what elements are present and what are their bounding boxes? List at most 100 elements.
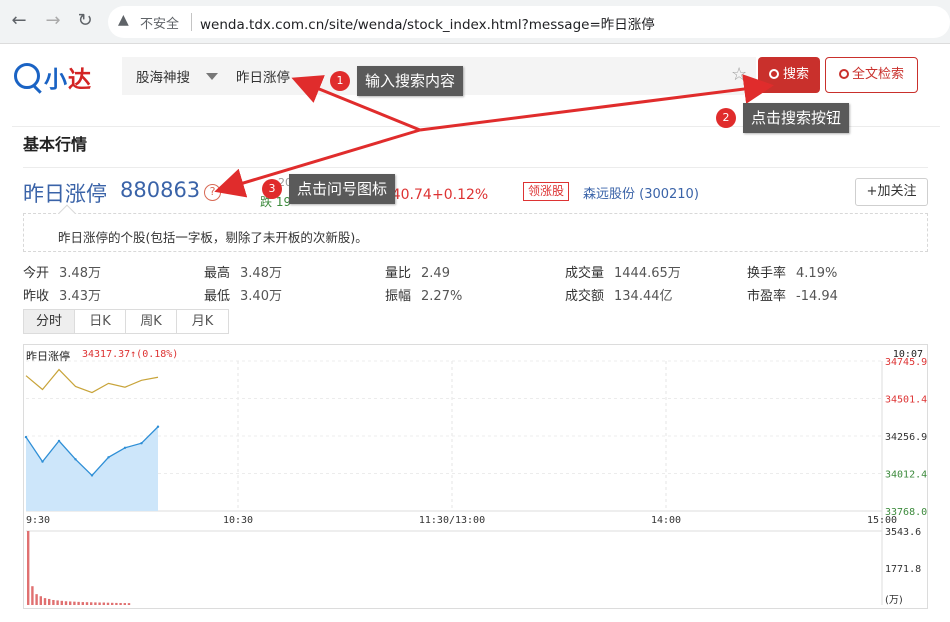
stat-value: 2.49 — [421, 266, 450, 281]
stat-label: 成交量 — [565, 266, 605, 281]
address-divider — [191, 13, 192, 31]
stat-label: 最低 — [204, 289, 231, 304]
volume-unit-label: (万) — [885, 595, 903, 606]
volume-tick-label: 1771.8 — [885, 564, 921, 575]
search-button-label: 搜索 — [782, 67, 809, 82]
search-icon — [838, 69, 849, 79]
volume-bar — [31, 586, 34, 605]
site-logo[interactable]: 小达 — [44, 60, 92, 94]
address-bar[interactable]: ▲ 不安全 wenda.tdx.com.cn/site/wenda/stock_… — [108, 6, 950, 38]
price-area — [26, 426, 158, 511]
annotation-badge-2: 2 — [716, 108, 736, 128]
price-point — [123, 446, 127, 450]
tab-intraday[interactable]: 分时 — [24, 310, 75, 333]
stat-value: 134.44亿 — [614, 289, 673, 304]
leading-stock-badge: 领涨股 — [523, 182, 570, 201]
follow-button[interactable]: +加关注 — [855, 178, 928, 206]
logo-accent-text: 达 — [68, 67, 92, 93]
volume-bar — [106, 602, 110, 605]
stat-label: 换手率 — [747, 266, 787, 281]
leading-stock-link[interactable]: 森远股份 (300210) — [583, 183, 699, 202]
price-change-percent: +0.12% — [432, 187, 489, 203]
stat-amount: 成交额 134.44亿 — [565, 285, 673, 304]
stat-label: 最高 — [204, 266, 231, 281]
price-point — [107, 456, 110, 459]
price-point — [24, 435, 28, 439]
stat-open: 今开 3.48万 — [23, 262, 101, 281]
stat-label: 振幅 — [385, 289, 412, 304]
volume-bar — [127, 603, 131, 605]
logo-main-text: 小 — [44, 67, 68, 93]
price-tick-label: 34745.9 — [885, 357, 927, 368]
url-text[interactable]: wenda.tdx.com.cn/site/wenda/stock_index.… — [200, 13, 655, 33]
stat-volume-ratio: 量比 2.49 — [385, 262, 450, 281]
volume-bar — [77, 601, 80, 605]
volume-bar — [102, 602, 105, 605]
chart-tabs: 分时 日K 周K 月K — [23, 309, 229, 334]
annotation-badge-3: 3 — [262, 179, 282, 199]
stat-label: 成交额 — [565, 289, 605, 304]
logo-icon[interactable] — [14, 63, 40, 89]
caret-down-icon[interactable] — [206, 73, 218, 80]
search-scope-select[interactable]: 股海神搜 — [136, 66, 190, 86]
fulltext-button-label: 全文检索 — [851, 67, 904, 82]
tab-monthly-k[interactable]: 月K — [177, 310, 228, 333]
price-tick-label: 34012.4 — [885, 470, 927, 481]
stat-value: 1444.65万 — [614, 266, 681, 281]
x-tick-label: 11:30/13:00 — [419, 515, 485, 526]
volume-bar — [39, 596, 42, 605]
stat-amplitude: 振幅 2.27% — [385, 285, 462, 304]
search-input[interactable]: 昨日涨停 — [236, 66, 290, 86]
x-tick-label: 14:00 — [651, 515, 681, 526]
stat-label: 量比 — [385, 266, 412, 281]
tab-daily-k[interactable]: 日K — [75, 310, 126, 333]
volume-bar — [48, 598, 51, 605]
stock-name[interactable]: 昨日涨停 — [23, 178, 107, 208]
tab-weekly-k[interactable]: 周K — [126, 310, 177, 333]
average-line — [25, 368, 159, 394]
volume-bar — [85, 602, 89, 605]
volume-bar — [123, 603, 126, 605]
section-divider — [23, 167, 928, 168]
stock-code: 880863 — [120, 178, 201, 202]
volume-bar — [27, 531, 30, 605]
back-arrow-icon[interactable]: ← — [8, 10, 30, 32]
annotation-callout-2: 点击搜索按钮 — [743, 103, 850, 133]
stat-value: 3.48万 — [59, 266, 101, 281]
stat-label: 昨收 — [23, 289, 50, 304]
search-icon — [768, 69, 779, 79]
intraday-chart[interactable]: 昨日涨停 34317.37↑(0.18%) 10:07 34745.9 34501… — [23, 344, 928, 609]
stat-label: 市盈率 — [747, 289, 787, 304]
annotation-callout-1: 输入搜索内容 — [357, 66, 464, 96]
stat-volume: 成交量 1444.65万 — [565, 262, 681, 281]
volume-bar — [90, 602, 93, 605]
price-tick-label: 34501.4 — [885, 395, 927, 406]
question-mark-icon[interactable]: ? — [204, 184, 221, 201]
volume-bar — [98, 602, 101, 605]
warning-icon: ▲ — [118, 12, 129, 28]
reload-icon[interactable]: ↻ — [74, 10, 96, 32]
search-button[interactable]: 搜索 — [758, 57, 820, 93]
price-point — [140, 442, 143, 445]
star-icon[interactable]: ☆ — [731, 64, 747, 85]
stat-low: 最低 3.40万 — [204, 285, 282, 304]
stat-value: 3.43万 — [59, 289, 101, 304]
forward-arrow-icon[interactable]: → — [42, 10, 64, 32]
x-tick-label: 9:30 — [26, 515, 50, 526]
chart-canvas: 34745.934501.434256.934012.433768.09:30 1… — [24, 357, 927, 606]
volume-bar — [111, 602, 114, 605]
x-tick-label: 10:30 — [223, 515, 253, 526]
price-tick-label: 34256.9 — [885, 432, 927, 443]
price-point — [90, 474, 94, 477]
volume-bar — [52, 599, 55, 605]
fulltext-search-button[interactable]: 全文检索 — [825, 57, 918, 93]
x-tick-label: 15:00 — [867, 515, 897, 526]
description-box: 昨日涨停的个股(包括一字板，剔除了未开板的次新股)。 — [23, 213, 928, 252]
annotation-badge-1: 1 — [330, 71, 350, 91]
price-point — [41, 460, 44, 463]
stat-turnover: 换手率 4.19% — [747, 262, 837, 281]
stat-value: 3.40万 — [240, 289, 282, 304]
volume-bar — [43, 598, 47, 605]
browser-toolbar: ← → ↻ ▲ 不安全 wenda.tdx.com.cn/site/wenda/… — [0, 0, 950, 44]
stat-value: 3.48万 — [240, 266, 282, 281]
